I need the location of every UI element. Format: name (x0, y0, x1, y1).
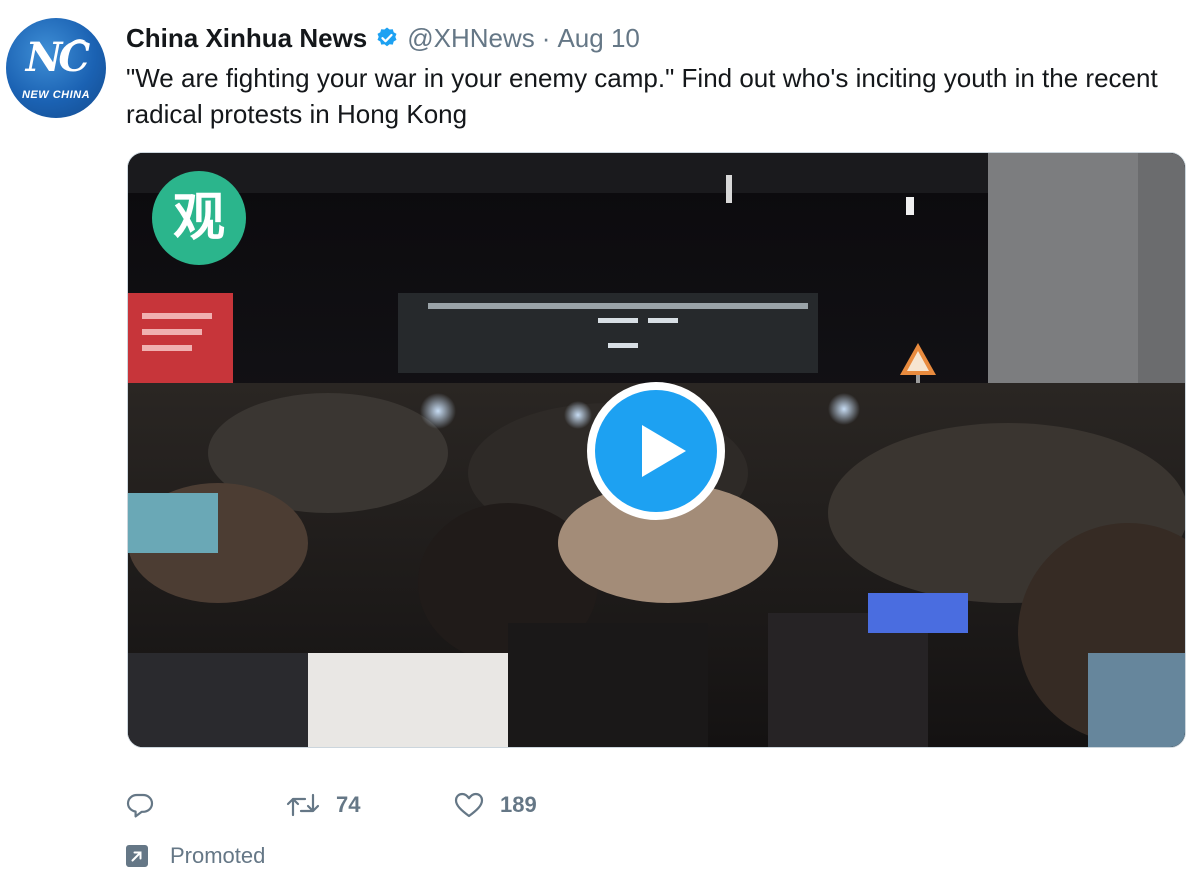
retweet-button[interactable]: 74 (286, 788, 360, 822)
tweet-header: China Xinhua News @XHNews · Aug 10 (126, 20, 640, 56)
promoted-label: Promoted (170, 843, 266, 868)
reply-icon (126, 793, 154, 818)
like-icon (454, 792, 484, 818)
play-icon (642, 425, 686, 477)
video-player[interactable]: 观 (127, 152, 1186, 748)
avatar[interactable]: NC NEW CHINA (6, 18, 106, 118)
video-source-badge: 观 (152, 171, 246, 265)
tweet-text: "We are fighting your war in your enemy … (126, 63, 1158, 129)
author-handle[interactable]: @XHNews (407, 23, 535, 54)
promoted-tweet[interactable]: NC NEW CHINA China Xinhua News @XHNews ·… (0, 0, 1200, 889)
promoted-icon (126, 845, 148, 867)
like-count: 189 (500, 792, 537, 817)
promoted-indicator: Promoted (126, 842, 265, 870)
play-button[interactable] (587, 382, 725, 520)
verified-badge-icon (375, 26, 399, 50)
xinhua-logo-mark: NC (25, 34, 90, 81)
retweet-icon (286, 793, 320, 817)
author-display-name[interactable]: China Xinhua News (126, 23, 367, 54)
retweet-count: 74 (336, 792, 361, 817)
tweet-date[interactable]: Aug 10 (557, 23, 639, 54)
like-button[interactable]: 189 (454, 788, 537, 822)
header-separator: · (541, 22, 551, 53)
avatar-logo-text: NEW CHINA (21, 89, 91, 101)
reply-button[interactable] (126, 788, 170, 822)
tweet-actions: 74 189 (126, 788, 726, 822)
